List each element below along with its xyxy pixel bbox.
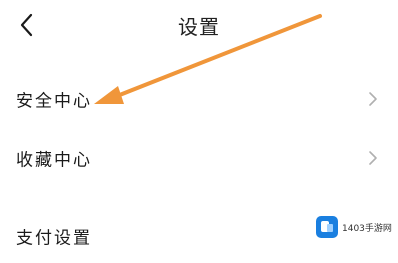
settings-item-label: 收藏中心 — [16, 150, 92, 171]
settings-item-security-center[interactable]: 安全中心 — [0, 72, 398, 126]
settings-item-label: 安全中心 — [16, 91, 92, 112]
page-title: 设置 — [178, 15, 220, 39]
watermark-logo-icon — [316, 216, 338, 238]
top-nav-bar: 设置 — [0, 0, 398, 50]
settings-item-favorites-center[interactable]: 收藏中心 — [0, 131, 398, 185]
chevron-right-icon — [368, 91, 378, 107]
settings-item-label: 支付设置 — [16, 228, 92, 249]
site-watermark: 1403手游网 — [316, 214, 392, 240]
watermark-text: 1403手游网 — [342, 223, 392, 234]
chevron-right-icon — [368, 150, 378, 166]
